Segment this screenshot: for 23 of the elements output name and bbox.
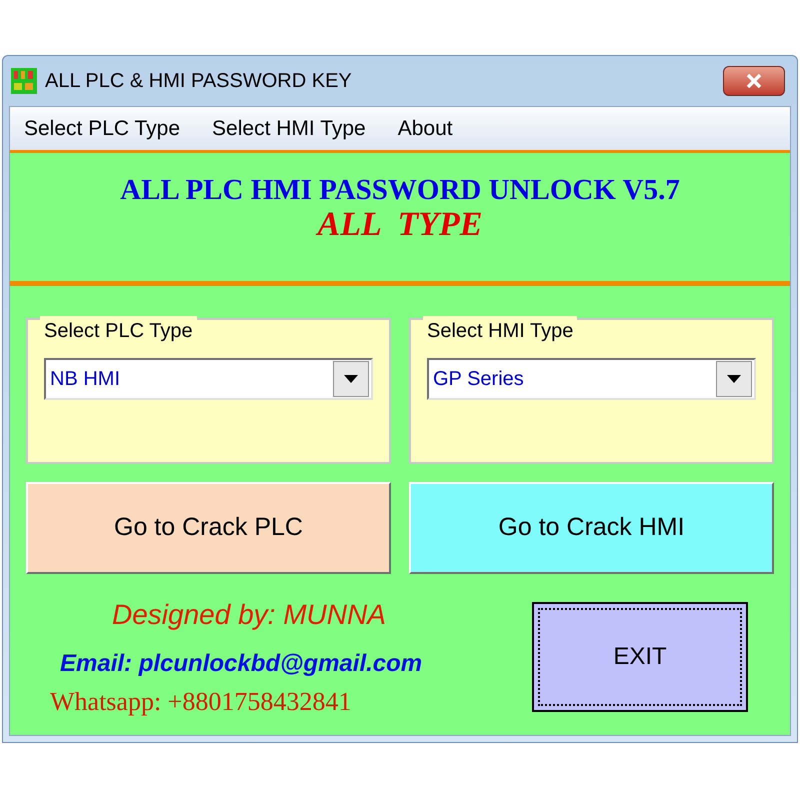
caret-icon [727, 375, 741, 383]
exit-button[interactable]: EXIT [532, 602, 748, 712]
app-heading: ALL PLC HMI PASSWORD UNLOCK V5.7 [120, 173, 680, 207]
menu-item[interactable]: About [398, 112, 453, 144]
window-title: ALL PLC & HMI PASSWORD KEY [45, 69, 353, 94]
email-text: Email: plcunlockbd@gmail.com [60, 649, 424, 679]
dropdown-value: GP Series [432, 367, 525, 392]
crack-button[interactable]: Go to Crack HMI [409, 482, 774, 574]
designer-credit: Designed by: MUNNA [112, 598, 387, 632]
close-icon [746, 74, 762, 88]
menu-item[interactable]: Select HMI Type [212, 112, 366, 144]
caret-icon [344, 375, 358, 383]
app-logo-icon [11, 68, 37, 94]
menu-item[interactable]: Select PLC Type [24, 112, 180, 144]
app-subheading: ALL TYPE [318, 207, 482, 243]
dropdown-arrow-button[interactable] [716, 361, 752, 397]
dropdown-value: NB HMI [49, 367, 121, 392]
close-button[interactable] [723, 66, 785, 96]
dropdown[interactable]: GP Series [427, 358, 756, 400]
whatsapp-text: Whatsapp: +8801758432841 [50, 686, 352, 718]
dropdown[interactable]: NB HMI [44, 358, 373, 400]
dropdown-arrow-button[interactable] [333, 361, 369, 397]
crack-button[interactable]: Go to Crack PLC [26, 482, 391, 574]
